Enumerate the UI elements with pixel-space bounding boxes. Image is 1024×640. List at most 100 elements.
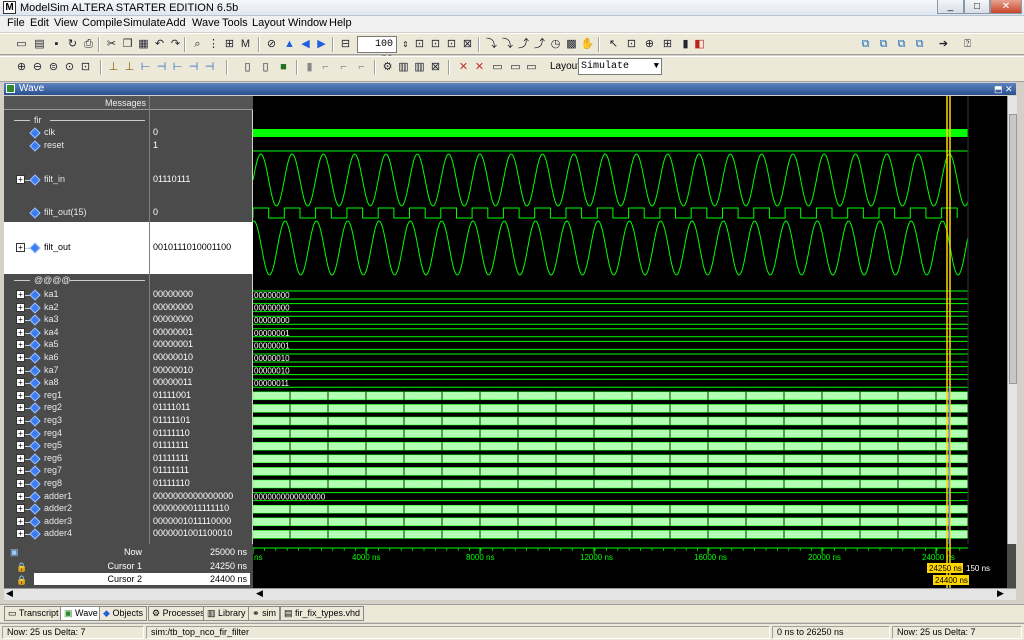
signal-name[interactable]: reset bbox=[44, 140, 64, 150]
menu-help[interactable]: Help bbox=[329, 17, 352, 29]
menu-view[interactable]: View bbox=[54, 17, 78, 29]
cursor-name[interactable]: Cursor 1 bbox=[44, 561, 142, 571]
zoom-mode-icon[interactable]: ⊕ bbox=[642, 37, 657, 52]
run-all-icon[interactable]: ⊡ bbox=[444, 37, 459, 52]
unmark-icon[interactable]: ✕ bbox=[472, 60, 487, 75]
menu-wave[interactable]: Wave bbox=[192, 17, 220, 29]
run-icon[interactable]: ⊡ bbox=[412, 37, 427, 52]
layout-select[interactable]: Simulate ▼ bbox=[578, 58, 662, 75]
compare-3-icon[interactable]: ▥ bbox=[412, 60, 427, 75]
restart-icon[interactable]: ⊟ bbox=[338, 37, 353, 52]
expand-toggle[interactable]: + bbox=[16, 302, 25, 312]
redo-icon[interactable]: ↷ bbox=[168, 37, 183, 52]
break-icon[interactable]: ⊘ bbox=[264, 37, 279, 52]
step-over-icon[interactable]: ⤵ bbox=[500, 37, 515, 52]
mark-icon[interactable]: ✕ bbox=[456, 60, 471, 75]
signal-name[interactable]: ka3 bbox=[44, 314, 59, 324]
insert-cursor-icon[interactable]: ⊥ bbox=[106, 60, 121, 75]
performance-icon[interactable]: ◷ bbox=[548, 37, 563, 52]
expand-toggle[interactable]: + bbox=[16, 175, 25, 184]
now-cursor-icon[interactable]: ▣ bbox=[10, 547, 19, 558]
dataflow-2-icon[interactable]: ⌐ bbox=[336, 60, 351, 75]
close-button[interactable]: ✕ bbox=[990, 0, 1022, 14]
paste-icon[interactable]: ▦ bbox=[136, 37, 151, 52]
expand-toggle[interactable]: + bbox=[16, 466, 25, 476]
vertical-scrollbar[interactable] bbox=[1007, 96, 1017, 544]
step-up-icon[interactable]: ▲ bbox=[282, 37, 297, 52]
group-divider[interactable]: fir bbox=[34, 115, 42, 125]
hierarchy-icon[interactable]: ⊞ bbox=[222, 37, 237, 52]
cursor-name[interactable]: Now bbox=[44, 547, 142, 557]
menu-compile[interactable]: Compile bbox=[82, 17, 122, 29]
expand-toggle[interactable]: + bbox=[16, 290, 25, 299]
signal-name[interactable]: adder4 bbox=[44, 528, 72, 538]
edit-mode-icon[interactable]: ▮ bbox=[678, 37, 693, 52]
stop-icon[interactable]: ⊠ bbox=[460, 37, 475, 52]
next-transition-icon[interactable]: ⊣ bbox=[186, 60, 201, 75]
layout-1-icon[interactable]: ⧉ bbox=[858, 37, 873, 52]
find-icon[interactable]: ⌕ bbox=[190, 37, 205, 52]
signal-name[interactable]: filt_out(15) bbox=[44, 207, 87, 217]
signal-name[interactable]: adder2 bbox=[44, 503, 72, 513]
undo-icon[interactable]: ↶ bbox=[152, 37, 167, 52]
wave-format-2-icon[interactable]: ▯ bbox=[258, 60, 273, 75]
signal-name[interactable]: adder3 bbox=[44, 516, 72, 526]
layout-4-icon[interactable]: ⧉ bbox=[912, 37, 927, 52]
zoom-full-icon[interactable]: ⊜ bbox=[46, 60, 61, 75]
expand-toggle[interactable]: + bbox=[16, 479, 25, 488]
expand-toggle[interactable]: + bbox=[16, 529, 25, 539]
cursor2-lock-icon[interactable]: 🔒 bbox=[16, 575, 27, 586]
scroll-left-2-icon[interactable]: ◀ bbox=[256, 588, 263, 599]
compare-2-icon[interactable]: ▥ bbox=[396, 60, 411, 75]
step-icon[interactable]: ⤵ bbox=[484, 37, 499, 52]
menu-tools[interactable]: Tools bbox=[222, 17, 248, 29]
signal-names-pane[interactable]: fir clk reset + filt_in filt_out(15) + filt_out… bbox=[4, 96, 149, 544]
dataflow-1-icon[interactable]: ⌐ bbox=[318, 60, 333, 75]
tab-objects[interactable]: ◆ Objects bbox=[99, 606, 147, 621]
maximize-button[interactable]: □ bbox=[964, 0, 990, 14]
signal-name[interactable]: filt_out bbox=[44, 242, 71, 252]
signal-name[interactable]: ka5 bbox=[44, 339, 59, 349]
wave-doc-3-icon[interactable]: ▭ bbox=[524, 60, 539, 75]
save-icon[interactable]: ▪ bbox=[49, 37, 64, 52]
group-divider[interactable]: @@@@ bbox=[34, 275, 71, 285]
signal-name[interactable]: adder1 bbox=[44, 491, 72, 501]
divider-icon[interactable]: ▮ bbox=[302, 60, 317, 75]
zoom-out-icon[interactable]: ⊖ bbox=[30, 60, 45, 75]
signal-name[interactable]: reg7 bbox=[44, 465, 62, 475]
tab-wave[interactable]: ▣ Wave bbox=[60, 606, 102, 621]
expand-toggle[interactable]: + bbox=[16, 403, 25, 413]
scroll-thumb[interactable] bbox=[1009, 114, 1017, 384]
modelsim-icon[interactable]: M bbox=[238, 37, 253, 52]
cursor1-lock-icon[interactable]: 🔒 bbox=[16, 562, 27, 573]
expand-toggle[interactable]: + bbox=[16, 340, 25, 350]
expand-toggle[interactable]: + bbox=[16, 378, 25, 388]
expand-toggle[interactable]: + bbox=[16, 491, 25, 501]
signal-name[interactable]: clk bbox=[44, 127, 55, 137]
menu-simulate[interactable]: Simulate bbox=[123, 17, 166, 29]
wave-doc-2-icon[interactable]: ▭ bbox=[508, 60, 523, 75]
scroll-left-icon[interactable]: ◀ bbox=[6, 588, 13, 599]
copy-icon[interactable]: ❐ bbox=[120, 37, 135, 52]
compare-icon[interactable]: ⚙ bbox=[380, 60, 395, 75]
reload-icon[interactable]: ↻ bbox=[65, 37, 80, 52]
pan-mode-icon[interactable]: ⊞ bbox=[660, 37, 675, 52]
print-icon[interactable]: ⎙ bbox=[81, 37, 96, 52]
prev-edge-icon[interactable]: ⊢ bbox=[138, 60, 153, 75]
continue-icon[interactable]: ⊡ bbox=[428, 37, 443, 52]
layout-2-icon[interactable]: ⧉ bbox=[876, 37, 891, 52]
waveform-pane[interactable]: 00000000 00000000 00000000 00000001 00000001… bbox=[253, 96, 1007, 544]
signal-name[interactable]: reg1 bbox=[44, 390, 62, 400]
signal-name[interactable]: ka4 bbox=[44, 327, 59, 337]
menu-window[interactable]: Window bbox=[288, 17, 327, 29]
step-back-icon[interactable]: ⤴ bbox=[532, 37, 547, 52]
expand-toggle[interactable]: + bbox=[16, 441, 25, 451]
signal-name[interactable]: reg8 bbox=[44, 478, 62, 488]
prev-transition-icon[interactable]: ⊢ bbox=[170, 60, 185, 75]
tab-sim[interactable]: ⚭ sim bbox=[248, 606, 281, 621]
tab-transcript[interactable]: ▭ Transcript bbox=[4, 606, 63, 621]
hand-icon[interactable]: ✋ bbox=[580, 37, 595, 52]
expand-toggle[interactable]: + bbox=[16, 416, 25, 425]
step-out-icon[interactable]: ⤴ bbox=[516, 37, 531, 52]
find-next-icon[interactable]: ⋮ bbox=[206, 37, 221, 52]
